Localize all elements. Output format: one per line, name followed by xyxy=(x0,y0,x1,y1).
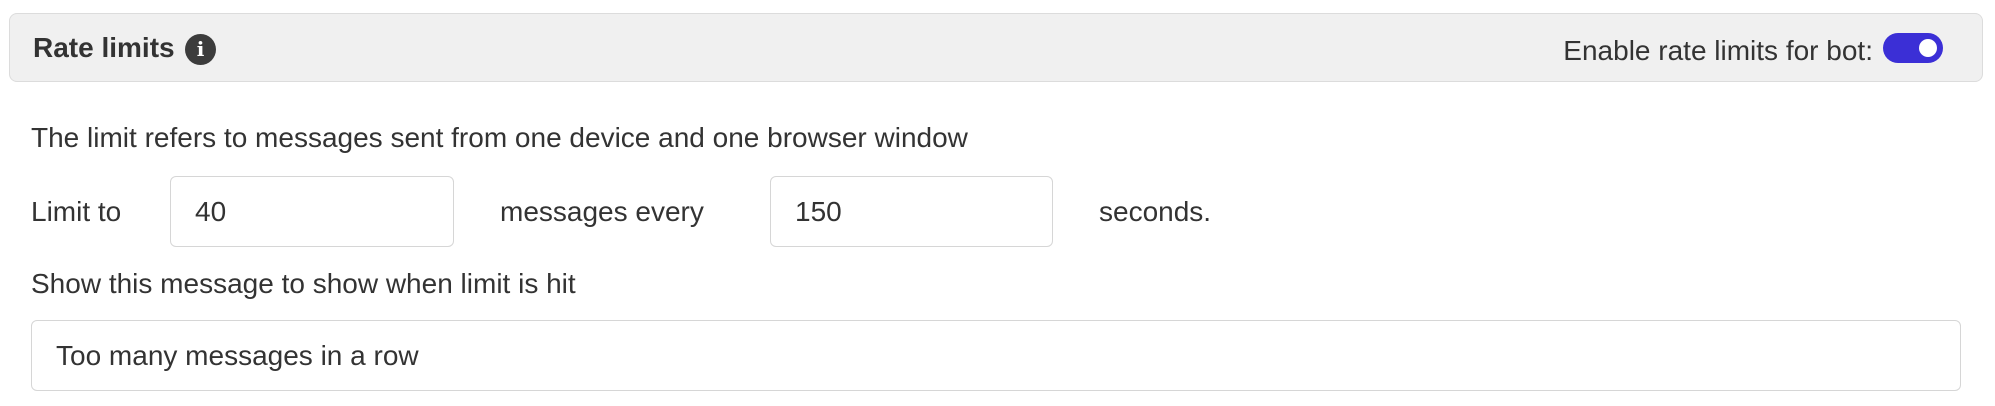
seconds-input[interactable] xyxy=(770,176,1053,247)
toggle-knob xyxy=(1919,39,1937,57)
message-count-input[interactable] xyxy=(170,176,454,247)
enable-rate-limits-toggle[interactable] xyxy=(1883,33,1943,63)
messages-every-label: messages every xyxy=(500,196,704,227)
info-icon[interactable]: i xyxy=(185,34,216,65)
limit-message-input[interactable] xyxy=(31,320,1961,391)
enable-rate-limits-label: Enable rate limits for bot: xyxy=(1563,35,1873,66)
limit-description: The limit refers to messages sent from o… xyxy=(31,122,968,153)
limit-to-label: Limit to xyxy=(31,196,122,227)
seconds-label: seconds. xyxy=(1099,196,1212,227)
section-title: Rate limits xyxy=(33,32,175,63)
limit-message-label: Show this message to show when limit is … xyxy=(31,268,576,299)
rate-limits-header: Rate limits i Enable rate limits for bot… xyxy=(9,13,1983,82)
